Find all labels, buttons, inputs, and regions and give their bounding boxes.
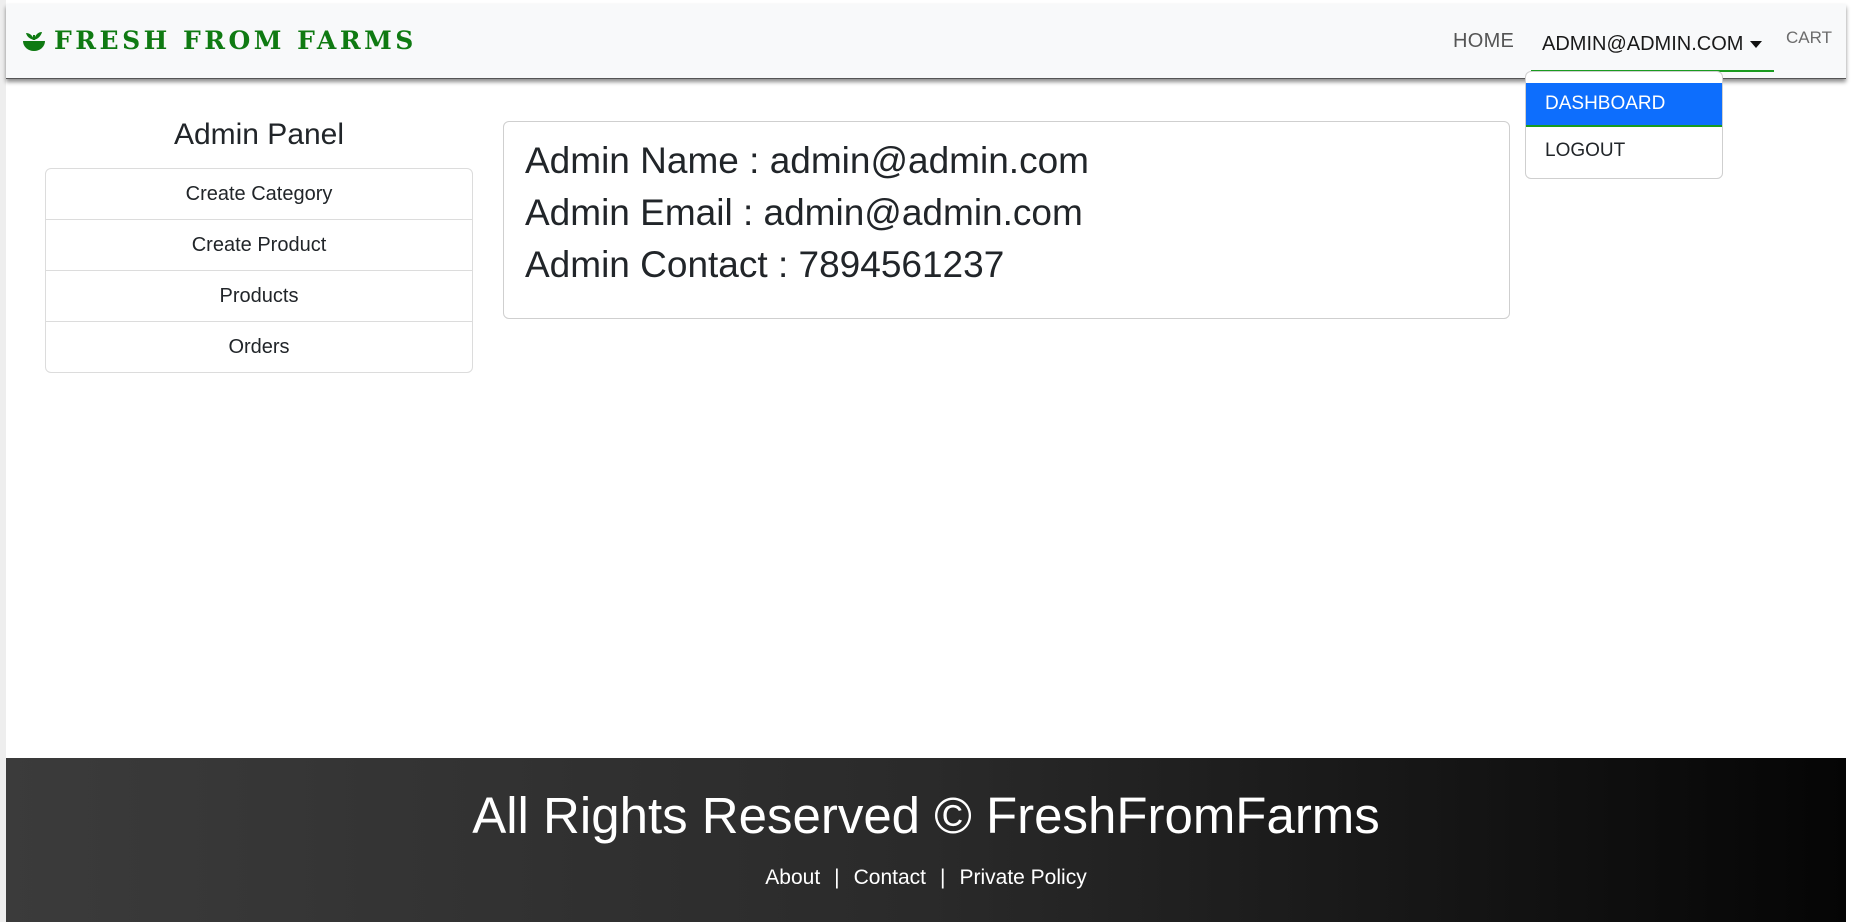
admin-panel-list: Create Category Create Product Products … xyxy=(45,168,473,373)
caret-down-icon xyxy=(1750,40,1763,48)
dropdown-item-logout[interactable]: LOGOUT xyxy=(1526,129,1722,173)
footer-copyright: All Rights Reserved © FreshFromFarms xyxy=(472,787,1380,844)
footer-link-privacy[interactable]: Private Policy xyxy=(959,866,1086,889)
page: FRESH FROM FARMS HOME ADMIN@ADMIN.COM CA… xyxy=(0,0,1851,922)
brand-name: FRESH FROM FARMS xyxy=(54,26,417,55)
dropdown-item-dashboard[interactable]: DASHBOARD xyxy=(1526,83,1722,127)
admin-name-line: Admin Name : admin@admin.com xyxy=(525,140,1089,181)
page-footer: All Rights Reserved © FreshFromFarms Abo… xyxy=(6,758,1846,922)
admin-contact-line: Admin Contact : 7894561237 xyxy=(525,244,1005,285)
user-menu-toggle[interactable]: ADMIN@ADMIN.COM xyxy=(1531,18,1774,72)
nav-home-link[interactable]: HOME xyxy=(1453,30,1514,53)
footer-links: About | Contact | Private Policy xyxy=(6,866,1846,890)
panel-item-create-product[interactable]: Create Product xyxy=(46,220,472,271)
admin-info-card: Admin Name : admin@admin.com Admin Email… xyxy=(503,121,1510,319)
admin-email-line: Admin Email : admin@admin.com xyxy=(525,192,1083,233)
nav-cart-link[interactable]: CART xyxy=(1786,28,1832,48)
user-dropdown-menu: DASHBOARD LOGOUT xyxy=(1525,71,1723,179)
admin-panel-title: Admin Panel xyxy=(173,118,345,151)
brand-link[interactable]: FRESH FROM FARMS xyxy=(20,26,417,55)
footer-link-contact[interactable]: Contact xyxy=(854,866,926,889)
footer-link-about[interactable]: About xyxy=(765,866,820,889)
footer-separator: | xyxy=(940,866,946,889)
user-menu-label: ADMIN@ADMIN.COM xyxy=(1542,32,1744,55)
panel-item-orders[interactable]: Orders xyxy=(46,322,472,372)
panel-item-products[interactable]: Products xyxy=(46,271,472,322)
panel-item-create-category[interactable]: Create Category xyxy=(46,169,472,220)
top-navbar: FRESH FROM FARMS HOME ADMIN@ADMIN.COM CA… xyxy=(6,4,1846,79)
bowl-plant-icon xyxy=(20,27,48,55)
footer-separator: | xyxy=(834,866,840,889)
